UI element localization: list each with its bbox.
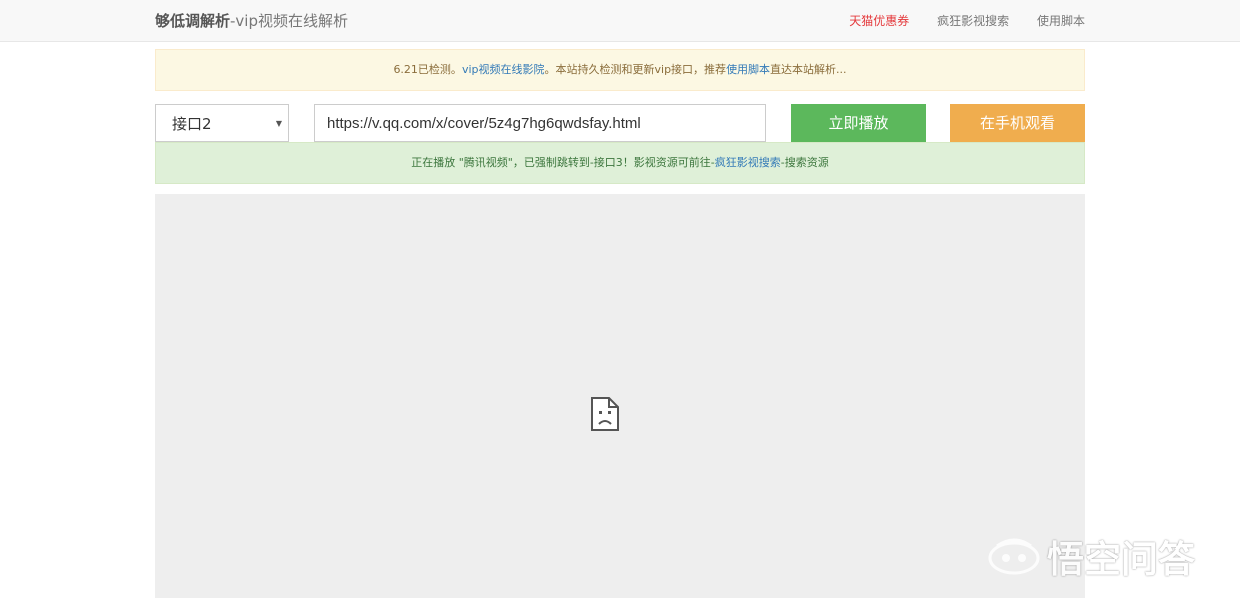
status-banner: 正在播放 "腾讯视频"，已强制跳转到-接口3！影视资源可前往-疯狂影视搜索-搜索… bbox=[155, 142, 1085, 184]
video-player[interactable] bbox=[155, 194, 1085, 598]
broken-plugin-icon bbox=[591, 397, 619, 431]
notice-link-cinema[interactable]: vip视频在线影院 bbox=[462, 63, 545, 76]
watermark-text: 悟空问答 bbox=[1047, 538, 1195, 581]
wukong-logo-icon bbox=[988, 538, 1040, 575]
video-url-input[interactable] bbox=[314, 104, 766, 142]
nav-link-movie-search[interactable]: 疯狂影视搜索 bbox=[937, 14, 1009, 28]
nav-link-coupon[interactable]: 天猫优惠券 bbox=[849, 14, 909, 28]
notice-middle: 。本站持久检测和更新vip接口，推荐 bbox=[544, 63, 727, 76]
status-suffix: -搜索资源 bbox=[780, 156, 829, 169]
notice-link-script[interactable]: 使用脚本 bbox=[726, 63, 770, 76]
notice-prefix: 6.21已检测。 bbox=[393, 63, 462, 76]
brand-subtitle: -vip视频在线解析 bbox=[230, 12, 348, 30]
brand-name: 够低调解析 bbox=[155, 12, 231, 30]
top-navbar: 够低调解析-vip视频在线解析 天猫优惠券 疯狂影视搜索 使用脚本 bbox=[0, 0, 1240, 42]
site-brand[interactable]: 够低调解析-vip视频在线解析 bbox=[155, 10, 348, 31]
watch-on-mobile-button[interactable]: 在手机观看 bbox=[950, 104, 1085, 142]
watermark: 悟空问答 bbox=[987, 534, 1195, 581]
play-now-button[interactable]: 立即播放 bbox=[791, 104, 926, 142]
status-prefix: 正在播放 "腾讯视频"，已强制跳转到-接口3！影视资源可前往- bbox=[411, 156, 715, 169]
status-link-movie-search[interactable]: 疯狂影视搜索 bbox=[715, 156, 781, 169]
notice-banner: 6.21已检测。vip视频在线影院。本站持久检测和更新vip接口，推荐使用脚本直… bbox=[155, 49, 1085, 91]
notice-suffix: 直达本站解析... bbox=[770, 63, 847, 76]
nav-link-use-script[interactable]: 使用脚本 bbox=[1037, 14, 1085, 28]
interface-select[interactable]: 接口2 ▼ bbox=[155, 104, 289, 142]
interface-select-value: 接口2 bbox=[172, 115, 212, 133]
caret-down-icon: ▼ bbox=[275, 119, 282, 128]
nav-links: 天猫优惠券 疯狂影视搜索 使用脚本 bbox=[849, 12, 1085, 29]
